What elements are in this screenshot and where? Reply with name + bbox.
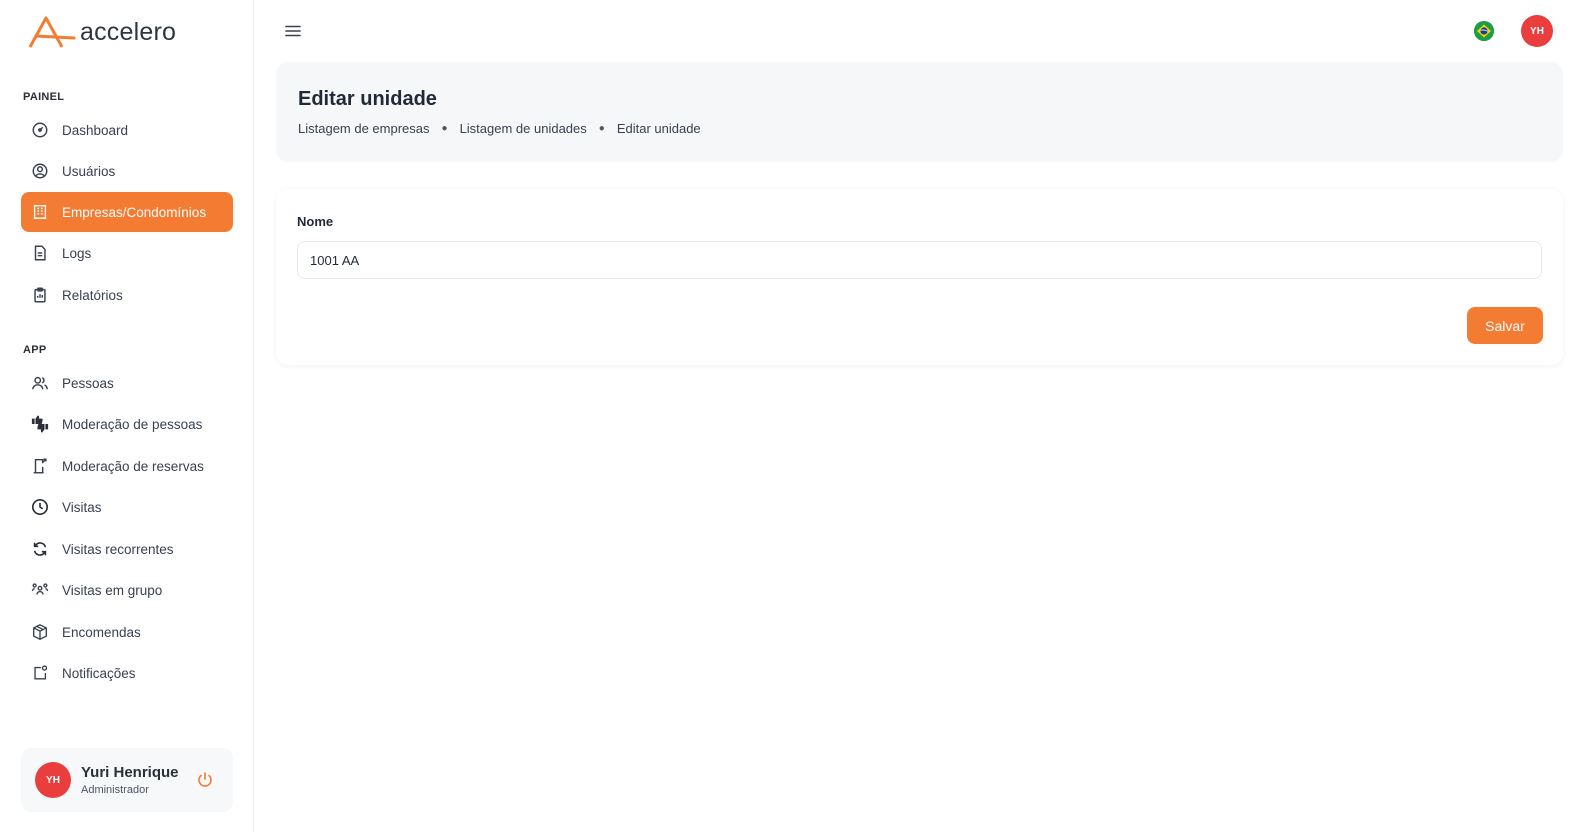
section-title-app: APP: [23, 344, 47, 356]
clock-icon: [29, 496, 51, 518]
sidebar-item-label: Visitas em grupo: [62, 582, 163, 598]
sidebar-item-usuarios[interactable]: Usuários: [21, 151, 233, 191]
logo-text: accelero: [80, 17, 177, 46]
sidebar-item-label: Visitas: [62, 499, 102, 515]
name-field-label: Nome: [297, 214, 334, 229]
dashboard-icon: [29, 119, 51, 141]
document-icon: [29, 242, 51, 264]
page-header: Editar unidade Listagem de empresas ● Li…: [276, 62, 1563, 162]
sidebar-item-encomendas[interactable]: Encomendas: [21, 612, 233, 652]
edit-unit-form: Nome Salvar: [276, 189, 1563, 365]
sidebar-item-label: Visitas recorrentes: [62, 541, 174, 557]
accelero-logo[interactable]: accelero: [28, 12, 176, 52]
page-title: Editar unidade: [298, 88, 437, 110]
sidebar-item-label: Empresas/Condomínios: [62, 204, 207, 220]
user-info: Yuri Henrique Administrador: [81, 764, 179, 796]
sidebar-item-label: Usuários: [62, 163, 116, 179]
breadcrumb-unidades[interactable]: Listagem de unidades: [460, 121, 587, 136]
sidebar-item-label: Moderação de reservas: [62, 458, 204, 474]
sidebar-item-moderacao-pessoas[interactable]: Moderação de pessoas: [21, 404, 233, 444]
breadcrumb-separator: ●: [598, 123, 605, 134]
breadcrumb: Listagem de empresas ● Listagem de unida…: [298, 121, 701, 136]
sidebar-item-dashboard[interactable]: Dashboard: [21, 110, 233, 150]
sidebar: accelero PAINEL Dashboard Usuários Empre…: [0, 0, 254, 832]
user-card: YH Yuri Henrique Administrador: [21, 748, 233, 812]
sidebar-item-pessoas[interactable]: Pessoas: [21, 363, 233, 403]
sidebar-item-visitas[interactable]: Visitas: [21, 487, 233, 527]
sidebar-item-logs[interactable]: Logs: [21, 233, 233, 273]
breadcrumb-empresas[interactable]: Listagem de empresas: [298, 121, 430, 136]
sidebar-item-label: Encomendas: [62, 624, 141, 640]
sidebar-item-label: Pessoas: [62, 375, 114, 391]
breadcrumb-separator: ●: [441, 123, 448, 134]
logo-mark-icon: [28, 16, 76, 48]
users-icon: [29, 372, 51, 394]
sidebar-item-visitas-grupo[interactable]: Visitas em grupo: [21, 570, 233, 610]
sidebar-item-label: Dashboard: [62, 122, 129, 138]
user-circle-icon: [29, 160, 51, 182]
clipboard-icon: [29, 284, 51, 306]
group-icon: [29, 579, 51, 601]
sidebar-item-label: Logs: [62, 245, 92, 261]
sidebar-item-label: Notificações: [62, 665, 136, 681]
user-name: Yuri Henrique: [81, 764, 179, 781]
notification-icon: [29, 662, 51, 684]
top-avatar[interactable]: YH: [1521, 15, 1553, 47]
sidebar-item-moderacao-reservas[interactable]: Moderação de reservas: [21, 446, 233, 486]
sidebar-item-notificacoes[interactable]: Notificações: [21, 653, 233, 693]
refresh-icon: [29, 538, 51, 560]
sidebar-item-empresas[interactable]: Empresas/Condomínios: [21, 192, 233, 232]
menu-icon[interactable]: [284, 22, 302, 40]
brazil-flag-icon[interactable]: [1474, 21, 1494, 41]
save-button[interactable]: Salvar: [1467, 307, 1543, 344]
name-input[interactable]: [297, 241, 1542, 279]
sidebar-item-label: Relatórios: [62, 287, 123, 303]
thumbs-icon: [29, 413, 51, 435]
sidebar-item-relatorios[interactable]: Relatórios: [21, 275, 233, 315]
building-icon: [29, 201, 51, 223]
power-icon[interactable]: [195, 770, 215, 790]
door-icon: [29, 455, 51, 477]
breadcrumb-current: Editar unidade: [616, 121, 701, 136]
section-title-painel: PAINEL: [23, 91, 65, 103]
user-role: Administrador: [81, 784, 149, 796]
avatar[interactable]: YH: [35, 762, 71, 798]
sidebar-item-visitas-recorrentes[interactable]: Visitas recorrentes: [21, 529, 233, 569]
box-icon: [29, 621, 51, 643]
sidebar-item-label: Moderação de pessoas: [62, 416, 203, 432]
